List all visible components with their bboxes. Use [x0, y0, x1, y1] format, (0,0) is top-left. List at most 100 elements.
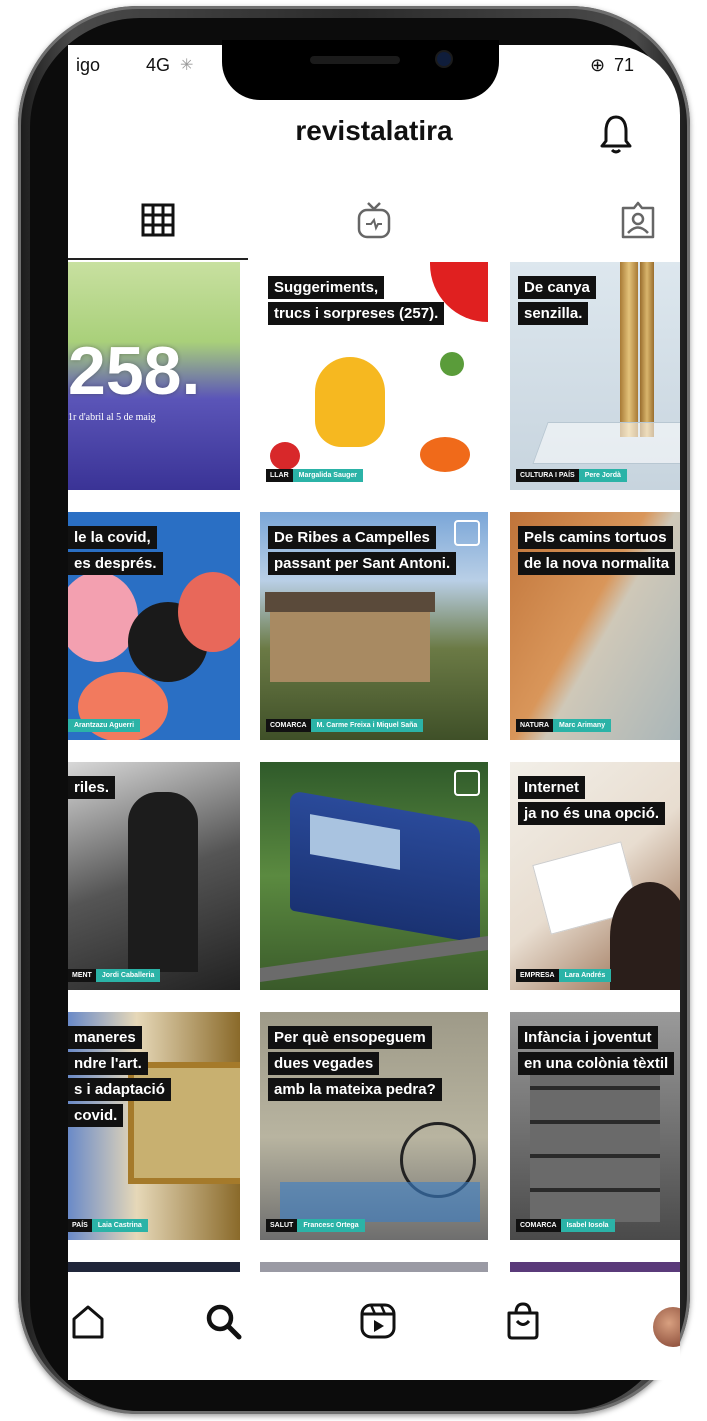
caption-line: trucs i sorpreses (257). [268, 302, 445, 325]
post-caption: Internet ja no és una opció. [518, 776, 666, 828]
tag-author: Isabel Iosola [560, 1219, 615, 1232]
igtv-icon [357, 202, 391, 239]
nav-search[interactable] [198, 1291, 248, 1351]
front-camera [437, 52, 451, 66]
caption-line: Pels camins tortuos [518, 526, 673, 549]
tab-posts-grid[interactable] [68, 180, 248, 260]
nav-home[interactable] [68, 1291, 108, 1351]
glass-stand [532, 422, 680, 464]
battery-percent: 71 [614, 55, 635, 75]
caption-line: le la covid, [68, 526, 157, 549]
tag-author: Francesc Ortega [297, 1219, 365, 1232]
reels-icon [360, 1303, 396, 1339]
caption-line: Per què ensopeguem [268, 1026, 432, 1049]
post-tile[interactable]: le la covid, es després. Arantzazu Aguer… [68, 512, 240, 740]
tab-igtv[interactable] [284, 180, 464, 260]
caption-line: De canya [518, 276, 596, 299]
app-screen: igo 4G ✳ ⊕ 71 revistalatira 258. 1r d'ab… [68, 45, 680, 1380]
tag-author: Jordi Caballeria [95, 969, 161, 982]
post-tag: COMARCA Isabel Iosola [516, 1219, 615, 1232]
search-icon [206, 1304, 242, 1340]
post-tile[interactable]: Per què ensopeguem dues vegades amb la m… [260, 1012, 488, 1240]
shop-icon [507, 1302, 539, 1340]
caption-line: covid. [68, 1104, 124, 1127]
building-facade [530, 1062, 660, 1222]
carousel-icon [454, 770, 480, 796]
post-caption: le la covid, es després. [68, 526, 163, 578]
caption-line: amb la mateixa pedra? [268, 1078, 442, 1101]
flute-image [620, 262, 638, 437]
tag-author: M. Carme Freixa i Miquel Saña [310, 719, 424, 732]
profile-tabs [68, 180, 680, 260]
post-tile[interactable] [260, 762, 488, 990]
post-tile[interactable] [510, 1262, 680, 1272]
post-tag: SALUT Francesc Ortega [266, 1219, 365, 1232]
tag-section: CULTURA I PAÍS [516, 469, 579, 482]
caption-line: maneres [68, 1026, 142, 1049]
bottom-navigation [68, 1273, 680, 1380]
post-caption: De Ribes a Campelles passant per Sant An… [268, 526, 457, 578]
tagged-icon [621, 201, 655, 239]
post-tag: EMPRESA Lara Andrés [516, 969, 612, 982]
issue-dates: 1r d'abril al 5 de maig [68, 412, 156, 423]
caption-line: riles. [68, 776, 116, 799]
post-caption: Suggeriments, trucs i sorpreses (257). [268, 276, 445, 328]
tag-author: Laia Castrina [91, 1219, 148, 1232]
post-tile[interactable]: Suggeriments, trucs i sorpreses (257). L… [260, 262, 488, 490]
post-tile[interactable] [68, 1262, 240, 1272]
post-tile[interactable]: Internet ja no és una opció. EMPRESA Lar… [510, 762, 680, 990]
tag-author: Arantzazu Aguerri [68, 719, 141, 732]
carousel-icon [454, 520, 480, 546]
active-tab-indicator [68, 258, 248, 260]
tag-section: EMPRESA [516, 969, 559, 982]
post-tile[interactable] [260, 1262, 488, 1272]
carrier-label: igo [76, 55, 101, 75]
illustration-face [68, 572, 138, 662]
tab-tagged[interactable] [548, 180, 680, 260]
speaker-grille [310, 56, 400, 64]
paint-blob [315, 357, 385, 447]
post-tile[interactable]: 258. 1r d'abril al 5 de maig [68, 262, 240, 490]
caption-line: Internet [518, 776, 586, 799]
grid-icon [141, 203, 175, 237]
nav-reels[interactable] [353, 1291, 403, 1351]
tag-section: COMARCA [516, 1219, 561, 1232]
caption-line: senzilla. [518, 302, 589, 325]
bell-icon[interactable] [598, 113, 634, 155]
historic-photo [128, 792, 198, 972]
tag-author: Pere Jordà [578, 469, 627, 482]
issue-number: 258. [68, 333, 201, 409]
post-caption: De canya senzilla. [518, 276, 596, 328]
caption-line: dues vegades [268, 1052, 380, 1075]
caption-line: s i adaptació [68, 1078, 171, 1101]
notch [222, 40, 499, 100]
post-tag: MENT Jordi Caballeria [68, 969, 161, 982]
caption-line: De Ribes a Campelles [268, 526, 436, 549]
post-tile[interactable]: De Ribes a Campelles passant per Sant An… [260, 512, 488, 740]
caption-line: Suggeriments, [268, 276, 385, 299]
post-caption: Pels camins tortuos de la nova normalita [518, 526, 676, 578]
profile-avatar[interactable] [653, 1307, 680, 1347]
post-caption: Per què ensopeguem dues vegades amb la m… [268, 1026, 442, 1104]
farmhouse-image [270, 607, 430, 682]
paint-blob [270, 442, 300, 470]
post-tile[interactable]: Infància i joventut en una colònia tèxti… [510, 1012, 680, 1240]
nav-shop[interactable] [498, 1291, 548, 1351]
rail-track [260, 935, 488, 983]
caption-line: ja no és una opció. [518, 802, 666, 825]
paint-blob [420, 437, 470, 472]
street-line [280, 1182, 480, 1222]
post-caption: Infància i joventut en una colònia tèxti… [518, 1026, 675, 1078]
post-caption: maneres ndre l'art. s i adaptació covid. [68, 1026, 171, 1130]
post-tile[interactable]: Pels camins tortuos de la nova normalita… [510, 512, 680, 740]
tag-author: Marc Arimany [553, 719, 612, 732]
flute-image [640, 262, 654, 437]
post-tile[interactable]: De canya senzilla. CULTURA I PAÍS Pere J… [510, 262, 680, 490]
post-tag: Arantzazu Aguerri [68, 719, 141, 732]
rotation-lock-icon: ⊕ [590, 55, 606, 75]
post-tile[interactable]: riles. MENT Jordi Caballeria [68, 762, 240, 990]
caption-line: es després. [68, 552, 163, 575]
caption-line: en una colònia tèxtil [518, 1052, 675, 1075]
post-tag: NATURA Marc Arimany [516, 719, 612, 732]
post-tile[interactable]: maneres ndre l'art. s i adaptació covid.… [68, 1012, 240, 1240]
